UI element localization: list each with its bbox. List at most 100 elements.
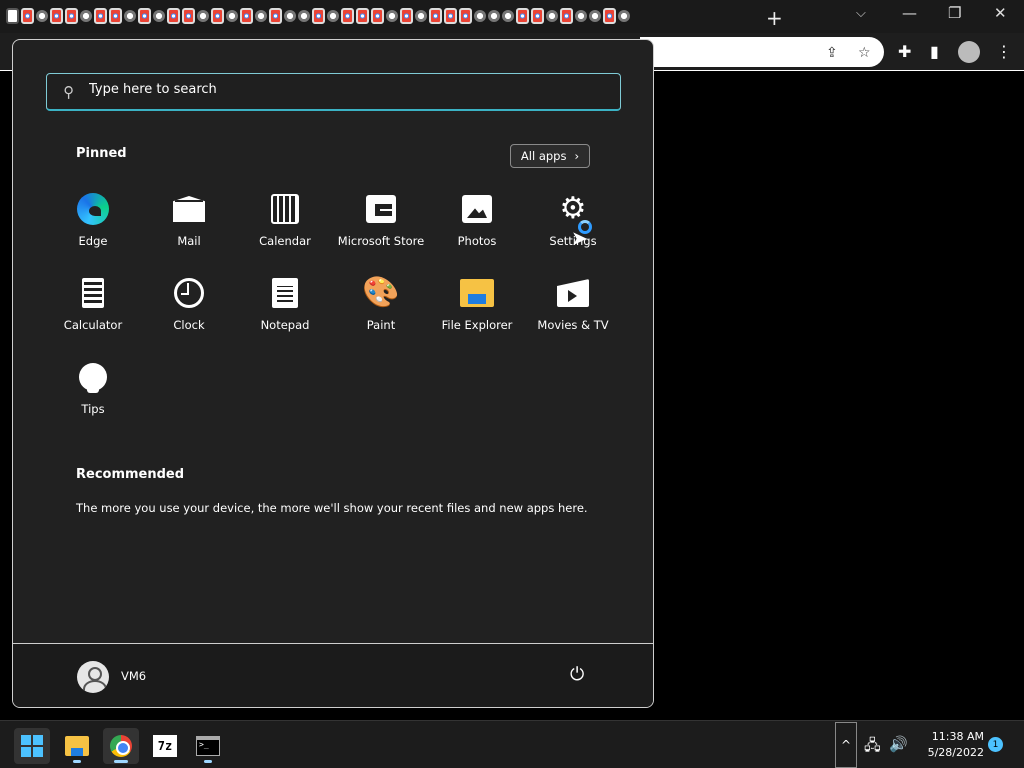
tab-favicon[interactable]: [6, 8, 19, 24]
chrome-tab-favicon[interactable]: [400, 8, 413, 24]
calendar-icon: [268, 192, 302, 226]
globe-tab-favicon[interactable]: [36, 10, 48, 22]
chrome-tab-favicon[interactable]: [109, 8, 122, 24]
pinned-app-movies-tv[interactable]: Movies & TV: [525, 272, 621, 356]
chrome-tab-favicon[interactable]: [21, 8, 34, 24]
globe-tab-favicon[interactable]: [474, 10, 486, 22]
tray-time: 11:38 AM: [931, 730, 984, 743]
globe-tab-favicon[interactable]: [589, 10, 601, 22]
chrome-tab-favicon[interactable]: [459, 8, 472, 24]
chrome-tab-favicon[interactable]: [341, 8, 354, 24]
chrome-tab-favicon[interactable]: [444, 8, 457, 24]
start-search-box[interactable]: ⚲: [46, 73, 621, 111]
extensions-icon[interactable]: ✚: [898, 42, 911, 61]
store-icon: [364, 192, 398, 226]
globe-tab-favicon[interactable]: [327, 10, 339, 22]
notepad-icon: [268, 276, 302, 310]
globe-tab-favicon[interactable]: [415, 10, 427, 22]
pinned-app-calendar[interactable]: Calendar: [237, 188, 333, 272]
globe-tab-favicon[interactable]: [284, 10, 296, 22]
pinned-app-notepad[interactable]: Notepad: [237, 272, 333, 356]
app-label: Photos: [457, 234, 497, 248]
terminal-icon: >_: [196, 736, 220, 756]
globe-tab-favicon[interactable]: [618, 10, 630, 22]
globe-tab-favicon[interactable]: [386, 10, 398, 22]
tab-favicons[interactable]: [6, 8, 630, 26]
globe-tab-favicon[interactable]: [488, 10, 500, 22]
new-tab-button[interactable]: +: [766, 6, 783, 30]
pinned-apps-grid: Edge Mail Calendar Microsoft Store Photo…: [45, 188, 621, 440]
globe-tab-favicon[interactable]: [80, 10, 92, 22]
globe-tab-favicon[interactable]: [546, 10, 558, 22]
chrome-tab-favicon[interactable]: [211, 8, 224, 24]
chevron-right-icon: ›: [574, 149, 580, 163]
taskbar-file-explorer[interactable]: [59, 728, 95, 764]
chrome-tab-favicon[interactable]: [371, 8, 384, 24]
all-apps-button[interactable]: All apps ›: [510, 144, 590, 168]
chrome-tab-favicon[interactable]: [603, 8, 616, 24]
notification-badge[interactable]: 1: [988, 737, 1003, 752]
user-avatar[interactable]: [77, 661, 109, 693]
chrome-tab-favicon[interactable]: [65, 8, 78, 24]
tray-overflow-button[interactable]: ^: [835, 722, 857, 768]
folder-icon: [65, 736, 89, 756]
windows-logo-icon: [21, 735, 43, 757]
pinned-app-tips[interactable]: Tips: [45, 356, 141, 440]
power-icon[interactable]: ⏻: [570, 664, 584, 685]
chrome-tab-favicon[interactable]: [94, 8, 107, 24]
pinned-app-edge[interactable]: Edge: [45, 188, 141, 272]
browser-tabstrip: + ⌵ — ❐ ✕: [0, 0, 1024, 33]
start-menu: ⚲ Pinned All apps › Edge Mail Calendar M…: [12, 39, 654, 708]
chrome-tab-favicon[interactable]: [429, 8, 442, 24]
side-panel-icon[interactable]: ▮: [930, 42, 939, 61]
chrome-tab-favicon[interactable]: [182, 8, 195, 24]
pinned-app-file-explorer[interactable]: File Explorer: [429, 272, 525, 356]
globe-tab-favicon[interactable]: [226, 10, 238, 22]
browser-menu-icon[interactable]: ⋮: [996, 42, 1012, 61]
chrome-tab-favicon[interactable]: [560, 8, 573, 24]
globe-tab-favicon[interactable]: [153, 10, 165, 22]
chrome-tab-favicon[interactable]: [356, 8, 369, 24]
mail-icon: [172, 192, 206, 226]
chrome-tab-favicon[interactable]: [312, 8, 325, 24]
chrome-tab-favicon[interactable]: [167, 8, 180, 24]
globe-tab-favicon[interactable]: [575, 10, 587, 22]
pinned-app-paint[interactable]: 🎨 Paint: [333, 272, 429, 356]
pinned-app-calculator[interactable]: Calculator: [45, 272, 141, 356]
globe-tab-favicon[interactable]: [197, 10, 209, 22]
pinned-app-photos[interactable]: Photos: [429, 188, 525, 272]
network-icon[interactable]: 🖧: [864, 735, 881, 760]
bookmark-star-icon[interactable]: ☆: [858, 45, 871, 61]
minimize-button[interactable]: —: [902, 4, 917, 22]
globe-tab-favicon[interactable]: [502, 10, 514, 22]
start-button[interactable]: [14, 728, 50, 764]
chrome-tab-favicon[interactable]: [531, 8, 544, 24]
restore-button[interactable]: ❐: [948, 4, 961, 22]
globe-tab-favicon[interactable]: [255, 10, 267, 22]
close-window-button[interactable]: ✕: [994, 4, 1007, 22]
pinned-app-mail[interactable]: Mail: [141, 188, 237, 272]
taskbar-chrome[interactable]: [103, 728, 139, 764]
pinned-app-clock[interactable]: Clock: [141, 272, 237, 356]
share-icon[interactable]: ⇪: [826, 45, 838, 61]
tab-search-button[interactable]: ⌵: [856, 6, 866, 21]
chrome-icon: [110, 735, 132, 757]
profile-avatar[interactable]: [958, 41, 980, 63]
folder-icon: [460, 276, 494, 310]
chrome-tab-favicon[interactable]: [269, 8, 282, 24]
recommended-section-title: Recommended: [76, 467, 185, 482]
taskbar-7zip[interactable]: 7z: [147, 728, 183, 764]
user-name[interactable]: VM6: [121, 669, 146, 683]
start-search-input[interactable]: [89, 82, 589, 97]
address-bar[interactable]: ⇪ ☆: [640, 37, 884, 67]
pinned-app-microsoft-store[interactable]: Microsoft Store: [333, 188, 429, 272]
globe-tab-favicon[interactable]: [124, 10, 136, 22]
chrome-tab-favicon[interactable]: [240, 8, 253, 24]
chrome-tab-favicon[interactable]: [138, 8, 151, 24]
chrome-tab-favicon[interactable]: [516, 8, 529, 24]
clock-date[interactable]: 11:38 AM 5/28/2022: [916, 729, 984, 761]
volume-icon[interactable]: 🔊: [889, 735, 908, 753]
taskbar-terminal[interactable]: >_: [190, 728, 226, 764]
chrome-tab-favicon[interactable]: [50, 8, 63, 24]
globe-tab-favicon[interactable]: [298, 10, 310, 22]
